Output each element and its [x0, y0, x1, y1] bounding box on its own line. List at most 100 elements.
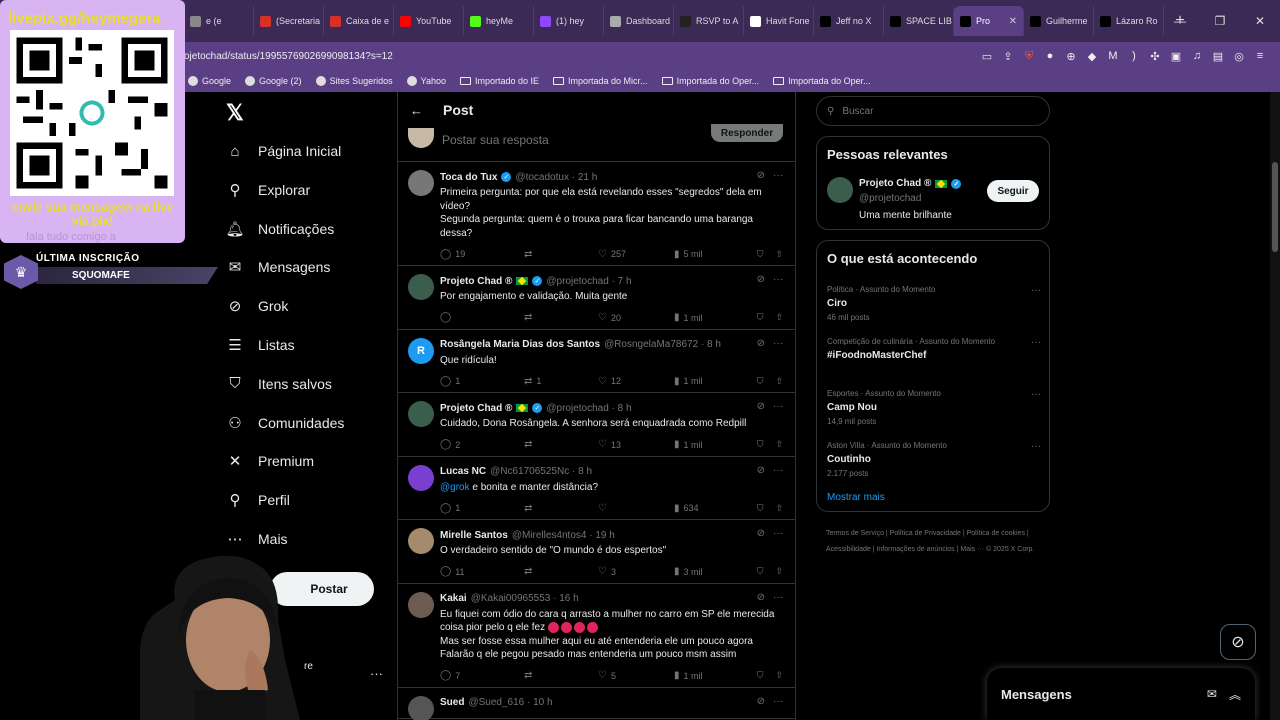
nav-item-p-gina-inicial[interactable]: ⌂ Página Inicial: [226, 142, 341, 160]
reply-action[interactable]: ◯ 11: [440, 566, 524, 577]
back-arrow-icon[interactable]: ←: [410, 103, 423, 118]
more-options-icon[interactable]: ···: [1031, 337, 1041, 348]
tweet-author-name[interactable]: Projeto Chad ®: [440, 403, 512, 414]
avatar[interactable]: [408, 170, 434, 196]
brave-shield-icon[interactable]: ⛨: [1023, 50, 1035, 62]
share-icon[interactable]: ⇧: [775, 312, 783, 323]
reply-tweet[interactable]: Toca do Tux ✓ @tocadotux · 21 h ⊘ ··· Primeir…: [398, 162, 795, 266]
reply-tweet[interactable]: Projeto Chad ® ✓ @projetochad · 7 h ⊘ ··· Por…: [398, 266, 795, 330]
music-icon[interactable]: ♫: [1191, 50, 1203, 62]
tweet-author-name[interactable]: Mirelle Santos: [440, 530, 508, 541]
browser-tab[interactable]: Jeff no X: [814, 6, 884, 36]
bookmark-icon[interactable]: ⛉: [757, 503, 764, 514]
more-options-icon[interactable]: ···: [773, 338, 783, 349]
expand-icon[interactable]: ︽: [1229, 686, 1241, 703]
grok-icon[interactable]: ⊘: [757, 338, 765, 349]
tweet-author-name[interactable]: Toca do Tux: [440, 172, 497, 183]
bookmark-icon[interactable]: ⛉: [757, 439, 764, 450]
sidebar-icon[interactable]: ▣: [1170, 50, 1182, 63]
relevant-person-name-row[interactable]: Projeto Chad ® ✓: [859, 178, 962, 189]
more-options-icon[interactable]: ···: [773, 401, 783, 412]
bookmark-item[interactable]: Importada do Oper...: [773, 76, 871, 86]
tweet-author-name[interactable]: Lucas NC: [440, 466, 486, 477]
tweet-handle-time[interactable]: @Nc61706525Nc · 8 h: [490, 466, 592, 477]
like-action[interactable]: ♡ 257: [598, 249, 674, 260]
avatar[interactable]: [408, 591, 434, 618]
tweet-author-name[interactable]: Sued: [440, 697, 464, 708]
repost-action[interactable]: ⇄ 1: [524, 376, 598, 387]
repost-action[interactable]: ⇄: [524, 249, 598, 260]
bookmark-icon[interactable]: ⛉: [757, 312, 764, 323]
avatar[interactable]: [408, 274, 434, 300]
nav-item-explorar[interactable]: ⚲ Explorar: [226, 181, 311, 199]
reply-tweet[interactable]: Kakai @Kakai00965553 · 16 h ⊘ ··· Eu fiquei …: [398, 584, 795, 688]
more-options-icon[interactable]: ···: [773, 170, 783, 181]
reply-input[interactable]: Postar sua resposta: [442, 133, 549, 147]
grok-floating-button[interactable]: ⊘: [1220, 624, 1256, 660]
bookmark-icon[interactable]: ⛉: [757, 376, 764, 387]
reply-tweet[interactable]: Projeto Chad ® ✓ @projetochad · 8 h ⊘ ··· Cui…: [398, 393, 795, 457]
more-options-icon[interactable]: ···: [773, 465, 783, 476]
grok-icon[interactable]: ⊘: [757, 465, 765, 476]
tweet-author-name[interactable]: Projeto Chad ®: [440, 276, 512, 287]
avatar[interactable]: [408, 695, 434, 720]
grok-icon[interactable]: ⊘: [757, 401, 765, 412]
tweet-handle-time[interactable]: @RosngelaMa78672 · 8 h: [604, 339, 721, 350]
page-scrollbar[interactable]: [1270, 92, 1280, 720]
repost-action[interactable]: ⇄: [524, 670, 598, 681]
views-action[interactable]: ▮ 1 mil: [674, 312, 746, 323]
browser-tab[interactable]: YouTube: [394, 6, 464, 36]
more-options-icon[interactable]: ···: [773, 274, 783, 285]
browser-tab[interactable]: Dashboard: [604, 6, 674, 36]
like-action[interactable]: ♡ 3: [598, 566, 674, 577]
reply-action[interactable]: ◯ 2: [440, 439, 524, 450]
more-options-icon[interactable]: ···: [773, 696, 783, 707]
grok-icon[interactable]: ⊘: [757, 528, 765, 539]
close-window-icon[interactable]: ✕: [1240, 0, 1280, 42]
nav-item-itens-salvos[interactable]: ⛉ Itens salvos: [226, 375, 332, 393]
avatar[interactable]: R: [408, 337, 434, 364]
bookmark-item[interactable]: Google: [188, 76, 231, 86]
views-action[interactable]: ▮ 1 mil: [674, 670, 746, 681]
nav-item-notifica-es[interactable]: 🔔︎ Notificações: [225, 220, 334, 238]
footer-links[interactable]: Termos de Serviço | Política de Privacid…: [826, 526, 1046, 558]
trend-item[interactable]: Competição de culinária · Assunto do Mom…: [827, 337, 1041, 361]
grok-icon[interactable]: ⊘: [757, 274, 765, 285]
bookmark-icon[interactable]: ⛉: [757, 670, 764, 681]
bookmark-item[interactable]: Importada do Oper...: [661, 76, 759, 86]
browser-tab[interactable]: (1) hey: [534, 6, 604, 36]
views-action[interactable]: ▮ 1 mil: [674, 376, 746, 387]
account-menu-icon[interactable]: ···: [370, 666, 383, 681]
views-action[interactable]: ▮ 3 mil: [674, 566, 746, 577]
x-logo-icon[interactable]: 𝕏: [226, 100, 244, 126]
bookmark-item[interactable]: Sites Sugeridos: [315, 76, 393, 86]
share-icon[interactable]: ⇧: [775, 670, 783, 681]
like-action[interactable]: ♡ 20: [598, 312, 674, 323]
like-action[interactable]: ♡ 13: [598, 439, 674, 450]
tweet-handle-time[interactable]: @Kakai00965553 · 16 h: [471, 593, 579, 604]
more-options-icon[interactable]: ···: [1031, 389, 1041, 400]
browser-tab[interactable]: Guilherme: [1024, 6, 1094, 36]
tweet-handle-time[interactable]: @projetochad · 7 h: [546, 276, 631, 287]
show-more-link[interactable]: Mostrar mais: [827, 492, 885, 503]
browser-tab[interactable]: (Secretaria: [254, 6, 324, 36]
mention-link[interactable]: @grok: [440, 482, 470, 493]
avatar[interactable]: [408, 464, 434, 491]
scrollbar-thumb[interactable]: [1272, 162, 1278, 252]
add-icon[interactable]: ⊕: [1065, 50, 1077, 63]
new-message-icon[interactable]: ✉: [1207, 687, 1217, 701]
like-action[interactable]: ♡ 5: [598, 670, 674, 681]
browser-tab[interactable]: SPACE LIB: [884, 6, 954, 36]
browser-tab[interactable]: RSVP to A: [674, 6, 744, 36]
nav-item-mensagens[interactable]: ✉ Mensagens: [226, 258, 331, 276]
nav-item-comunidades[interactable]: ⚇ Comunidades: [226, 414, 344, 432]
nav-item-premium[interactable]: ✕ Premium: [226, 452, 314, 470]
grok-icon[interactable]: ⊘: [757, 592, 765, 603]
vpn-icon[interactable]: ◎: [1233, 50, 1245, 63]
reply-action[interactable]: ◯ 7: [440, 670, 524, 681]
trend-item[interactable]: Aston Villa · Assunto do Momento Coutinho…: [827, 441, 1041, 478]
share-icon[interactable]: ⇪: [1002, 50, 1014, 63]
extension-icon[interactable]: ◆: [1086, 50, 1098, 63]
repost-action[interactable]: ⇄: [524, 566, 598, 577]
reply-action[interactable]: ◯: [440, 312, 524, 323]
